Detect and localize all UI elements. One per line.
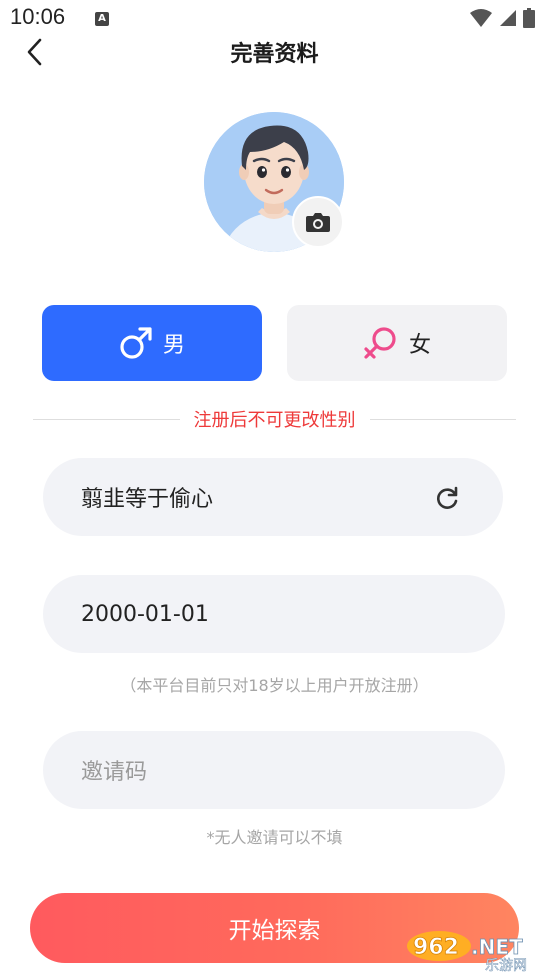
female-symbol-icon bbox=[364, 327, 396, 359]
divider-left bbox=[33, 418, 180, 420]
svg-text:.NET: .NET bbox=[471, 935, 523, 959]
avatar-container[interactable] bbox=[204, 112, 344, 252]
battery-icon bbox=[523, 8, 535, 28]
gender-male-button[interactable]: 男 bbox=[42, 305, 262, 381]
notification-a-icon: A bbox=[95, 12, 109, 26]
birthday-field[interactable]: 2000-01-01 bbox=[43, 575, 505, 653]
svg-text:乐游网: 乐游网 bbox=[485, 958, 527, 972]
invite-code-input[interactable]: 邀请码 bbox=[43, 731, 505, 809]
invite-code-placeholder[interactable]: 邀请码 bbox=[81, 754, 147, 786]
age-hint: （本平台目前只对18岁以上用户开放注册） bbox=[120, 676, 429, 695]
start-explore-label: 开始探索 bbox=[228, 918, 321, 944]
page-title: 完善资料 bbox=[230, 42, 319, 67]
camera-icon bbox=[306, 213, 330, 232]
status-time: 10:06 bbox=[10, 4, 66, 29]
refresh-icon[interactable] bbox=[433, 484, 461, 512]
cell-signal-icon bbox=[500, 10, 516, 26]
gender-notice-text: 注册后不可更改性别 bbox=[193, 410, 356, 431]
change-avatar-button[interactable] bbox=[292, 196, 344, 248]
gender-male-label: 男 bbox=[162, 333, 185, 358]
header: 完善资料 bbox=[0, 30, 549, 74]
invite-hint: *无人邀请可以不填 bbox=[206, 828, 343, 847]
nickname-value[interactable]: 翦韭等于偷心 bbox=[81, 481, 213, 513]
gender-notice: 注册后不可更改性别 bbox=[33, 405, 516, 433]
wifi-icon bbox=[470, 9, 492, 27]
gender-female-button[interactable]: 女 bbox=[287, 305, 507, 381]
divider-right bbox=[369, 418, 516, 420]
status-indicators bbox=[469, 8, 535, 28]
male-symbol-icon bbox=[120, 327, 152, 359]
nickname-field[interactable]: 翦韭等于偷心 bbox=[43, 458, 503, 536]
svg-text:962: 962 bbox=[413, 935, 459, 960]
site-watermark-logo: 962 .NET 乐游网 bbox=[407, 931, 527, 972]
birthday-value[interactable]: 2000-01-01 bbox=[81, 602, 209, 627]
gender-female-label: 女 bbox=[408, 333, 431, 358]
